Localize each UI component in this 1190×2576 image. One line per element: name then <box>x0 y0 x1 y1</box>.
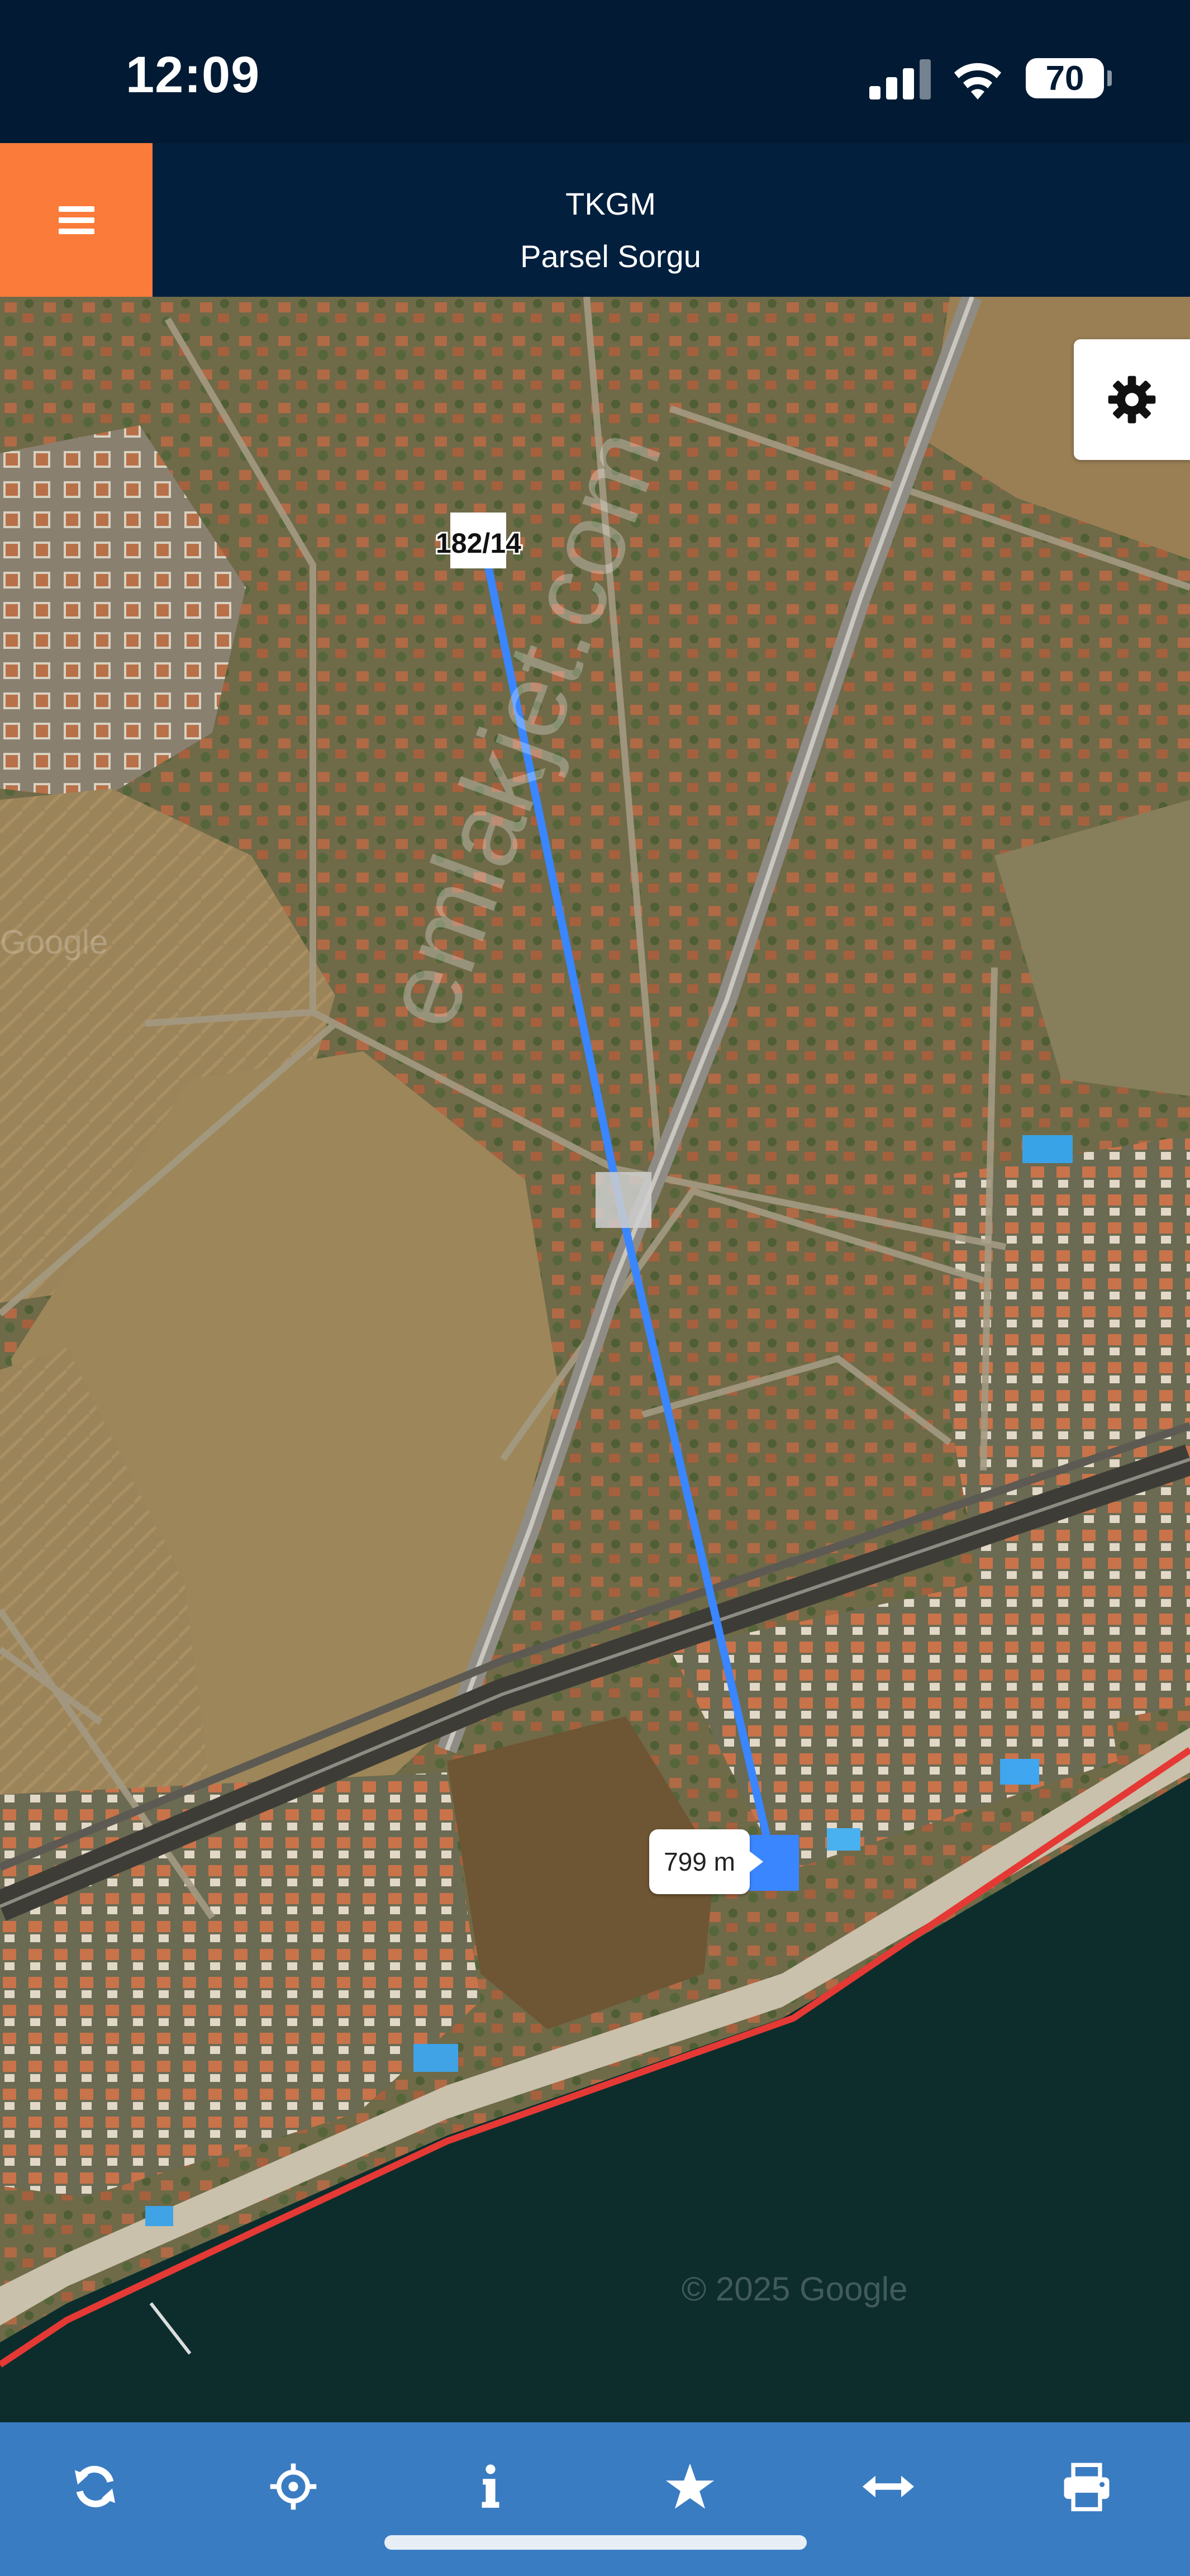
app-header: TKGM Parsel Sorgu <box>0 143 1190 297</box>
hamburger-icon <box>58 206 94 234</box>
info-icon <box>482 2464 499 2508</box>
print-icon <box>1064 2463 1110 2512</box>
settings-button[interactable] <box>1074 339 1190 460</box>
app-title: TKGM <box>565 186 656 221</box>
battery-level: 70 <box>1045 59 1084 98</box>
locate-icon <box>270 2463 317 2510</box>
info-button[interactable] <box>460 2456 521 2517</box>
print-button[interactable] <box>1056 2456 1117 2517</box>
wifi-icon <box>954 63 1001 99</box>
status-bar: 12:09 70 <box>0 0 1190 143</box>
refresh-icon <box>74 2465 116 2508</box>
battery-icon: 70 <box>1026 58 1104 98</box>
home-indicator <box>384 2535 807 2550</box>
cellular-signal-icon <box>869 59 931 99</box>
battery-tip <box>1107 70 1112 86</box>
locate-button[interactable] <box>263 2456 324 2517</box>
star-icon <box>665 2463 715 2509</box>
favorite-button[interactable] <box>659 2456 721 2517</box>
header-titles: TKGM Parsel Sorgu <box>153 143 1069 297</box>
parcel-label[interactable]: 182/14 <box>436 527 521 559</box>
measure-icon <box>862 2475 915 2498</box>
satellite-map[interactable]: 182/14 799 m emlakjet.com © 2025 Google … <box>0 297 1190 2422</box>
menu-button[interactable] <box>0 143 153 297</box>
distance-tooltip: 799 m <box>649 1829 763 1894</box>
gear-icon <box>1108 376 1156 424</box>
map-attribution-faint: Google <box>0 923 108 961</box>
refresh-button[interactable] <box>64 2456 126 2517</box>
app-subtitle: Parsel Sorgu <box>520 239 701 274</box>
measure-button[interactable] <box>858 2456 919 2517</box>
bottom-toolbar <box>0 2422 1190 2576</box>
status-time: 12:09 <box>126 46 260 103</box>
map-attribution: © 2025 Google <box>682 2270 908 2308</box>
